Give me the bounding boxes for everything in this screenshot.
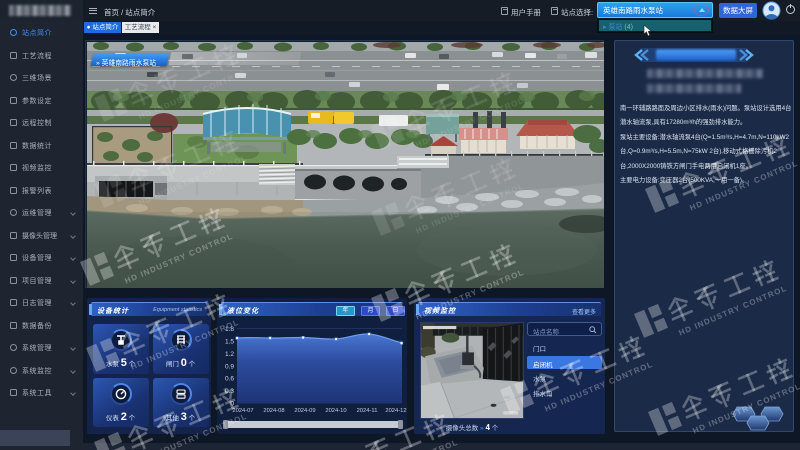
svg-text:2024-12: 2024-12 [385,408,406,414]
svg-text:1.2: 1.2 [225,351,234,358]
svg-text:0: 0 [230,401,234,408]
svg-text:1.8: 1.8 [225,326,234,333]
svg-text:0.6: 0.6 [225,376,234,383]
svg-text:0.3: 0.3 [225,388,234,395]
svg-text:2024-11: 2024-11 [357,408,378,414]
svg-text:2024-09: 2024-09 [294,408,315,414]
svg-text:2024-10: 2024-10 [325,408,346,414]
svg-text:0.9: 0.9 [225,363,234,370]
svg-text:1.5: 1.5 [225,338,234,345]
svg-text:2024-07: 2024-07 [232,408,253,414]
svg-text:2024-08: 2024-08 [263,408,284,414]
